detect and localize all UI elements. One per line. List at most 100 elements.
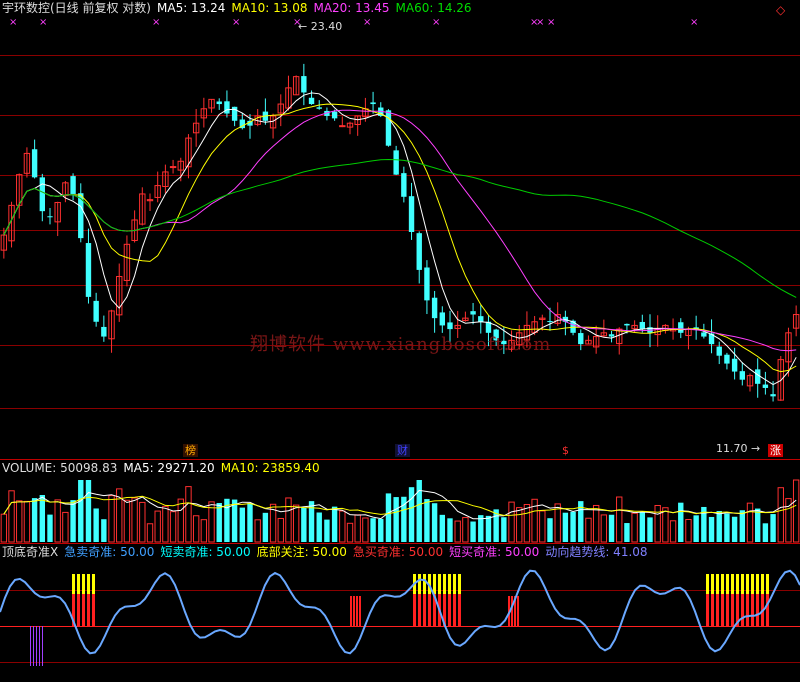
x-marker-icon: × bbox=[536, 17, 545, 28]
buy-signal-bar bbox=[350, 596, 352, 626]
buy-signal-bar bbox=[517, 596, 519, 626]
volume-bar bbox=[770, 514, 776, 542]
price-chart-pane[interactable]: 翔博软件 www.xiangbosoft.com 宇环数控(日线 前复权 对数)… bbox=[0, 0, 800, 460]
candle-body bbox=[578, 333, 584, 345]
indicator-pane[interactable]: 顶底奇准X 急卖奇准: 50.00 短卖奇准: 50.00 底部关注: 50.00 急买… bbox=[0, 544, 800, 682]
volume-bar bbox=[616, 496, 623, 543]
l4-label: 急买奇准: 50.00 bbox=[352, 545, 444, 559]
volume-bar bbox=[570, 511, 576, 542]
volume-bar bbox=[470, 521, 476, 542]
short-sell-bar bbox=[706, 594, 709, 626]
candle-body bbox=[47, 216, 53, 218]
volume-bar bbox=[547, 518, 553, 542]
volume-bar bbox=[162, 505, 169, 543]
vol-ma5-line bbox=[3, 489, 797, 520]
short-sell-bar bbox=[766, 594, 769, 626]
short-sell-bar bbox=[458, 594, 461, 626]
volume-bar bbox=[23, 500, 31, 543]
x-marker-icon: × bbox=[690, 17, 699, 28]
short-sell-bar bbox=[413, 594, 416, 626]
x-marker-icon: × bbox=[9, 17, 18, 28]
volume-bar bbox=[431, 503, 438, 542]
volume-bar bbox=[777, 487, 784, 543]
volume-bar bbox=[262, 512, 269, 542]
candle-body bbox=[301, 76, 307, 93]
short-sell-bar bbox=[453, 594, 456, 626]
low-price-label: 11.70 → bbox=[716, 442, 761, 455]
candle-body bbox=[401, 173, 407, 197]
volume-bar bbox=[200, 519, 208, 543]
candle-body bbox=[39, 177, 45, 212]
volume-bar bbox=[192, 515, 200, 543]
candle-body bbox=[608, 334, 615, 337]
volume-bar bbox=[693, 515, 699, 542]
volume-bar bbox=[662, 507, 669, 543]
volume-bar bbox=[378, 518, 384, 542]
ma5-label: MA5: 13.24 bbox=[157, 1, 226, 15]
volume-bar bbox=[647, 517, 653, 542]
diamond-icon[interactable]: ◇ bbox=[776, 3, 785, 17]
rank-tag[interactable]: 榜 bbox=[183, 444, 198, 457]
volume-bar bbox=[562, 512, 569, 542]
bottom-focus-bar bbox=[36, 626, 37, 666]
candle-body bbox=[678, 322, 684, 333]
candle-body bbox=[385, 110, 392, 146]
volume-bar bbox=[177, 498, 184, 543]
volume-bar bbox=[101, 519, 107, 542]
volume-bar bbox=[131, 497, 138, 543]
volume-pane[interactable]: VOLUME: 50098.83 MA5: 29271.20 MA10: 23859… bbox=[0, 460, 800, 544]
short-sell-bar bbox=[711, 594, 714, 626]
candle-body bbox=[393, 150, 399, 175]
volume-bar bbox=[508, 501, 515, 543]
finance-tag[interactable]: 财 bbox=[395, 444, 410, 457]
candle-body bbox=[101, 326, 107, 337]
bottom-focus-bar bbox=[33, 626, 34, 666]
volume-bar bbox=[185, 486, 192, 543]
volume-bar bbox=[755, 508, 761, 542]
l5-label: 短买奇准: 50.00 bbox=[449, 545, 540, 559]
volume-bar bbox=[346, 522, 354, 543]
indicator-name: 顶底奇准X bbox=[2, 545, 59, 559]
candle-body bbox=[70, 176, 76, 194]
volume-bar bbox=[339, 510, 346, 543]
candle-body bbox=[316, 107, 322, 109]
limit-up-tag[interactable]: 涨 bbox=[768, 444, 783, 457]
volume-bar bbox=[631, 512, 638, 543]
l3-label: 底部关注: 50.00 bbox=[256, 545, 347, 559]
candle-body bbox=[408, 196, 415, 232]
dollar-tag[interactable]: $ bbox=[560, 444, 571, 457]
candle-body bbox=[85, 243, 92, 297]
short-sell-bar bbox=[716, 594, 719, 626]
candle-body bbox=[739, 371, 745, 380]
candle-body bbox=[224, 101, 230, 114]
volume-bar bbox=[439, 514, 445, 542]
volume-bar bbox=[739, 510, 745, 542]
volume-bar bbox=[792, 479, 800, 543]
watermark: 翔博软件 www.xiangbosoft.com bbox=[250, 334, 552, 355]
candle-body bbox=[716, 346, 722, 356]
volume-bar bbox=[385, 493, 392, 542]
volume-bar bbox=[247, 503, 253, 542]
short-sell-bar bbox=[423, 594, 426, 626]
x-marker-icon: × bbox=[152, 17, 161, 28]
indicator-chart bbox=[0, 569, 800, 666]
short-sell-bar bbox=[87, 594, 90, 626]
candle-body bbox=[755, 369, 761, 384]
volume-bar bbox=[370, 518, 376, 542]
x-marker-icon: × bbox=[547, 17, 556, 28]
volume-bar bbox=[708, 516, 715, 542]
buy-signal-bar bbox=[511, 596, 513, 626]
bottom-focus-bar bbox=[42, 626, 43, 666]
volume-bar bbox=[523, 504, 531, 543]
short-sell-bar bbox=[721, 594, 724, 626]
volume-bar bbox=[0, 513, 8, 543]
volume-header: VOLUME: 50098.83 MA5: 29271.20 MA10: 23859… bbox=[2, 461, 326, 475]
l6-label: 动向趋势线: 41.08 bbox=[545, 545, 648, 559]
short-sell-bar bbox=[726, 594, 729, 626]
volume-bar bbox=[501, 517, 507, 542]
trend-line bbox=[0, 569, 800, 655]
volume-bar bbox=[47, 514, 53, 542]
candlestick-chart bbox=[0, 63, 800, 402]
ma20-label: MA20: 13.45 bbox=[313, 1, 390, 15]
volume-bar bbox=[93, 508, 99, 542]
